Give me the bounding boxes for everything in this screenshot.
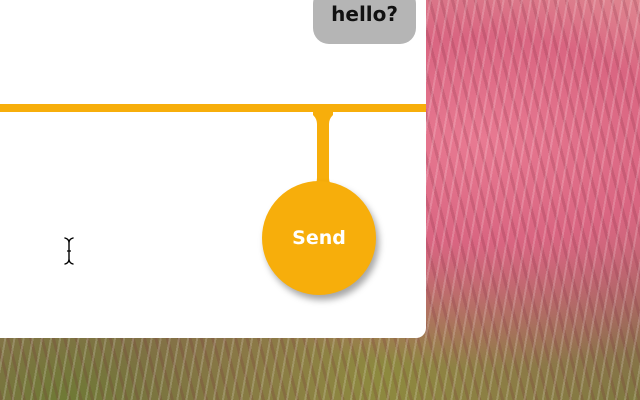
message-bubble: hello?	[313, 0, 416, 44]
text-cursor-icon	[63, 236, 75, 266]
send-button[interactable]: Send	[262, 181, 376, 295]
chat-window: hello? Send	[0, 0, 426, 338]
message-input[interactable]	[0, 112, 254, 332]
message-list: hello?	[0, 0, 426, 104]
accent-divider	[0, 104, 426, 112]
message-input-area[interactable]	[0, 112, 254, 332]
